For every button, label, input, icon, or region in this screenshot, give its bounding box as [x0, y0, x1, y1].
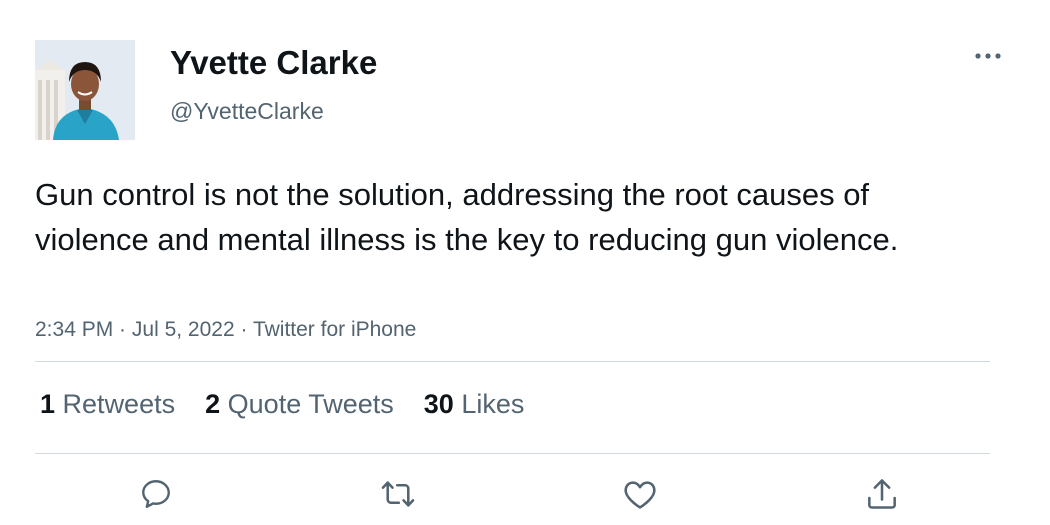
- user-handle[interactable]: @YvetteClarke: [170, 98, 324, 124]
- more-options-button[interactable]: [968, 42, 1008, 70]
- tweet-stats: 1 Retweets 2 Quote Tweets 30 Likes: [40, 386, 554, 422]
- heart-icon: [624, 481, 656, 509]
- tweet-source[interactable]: Twitter for iPhone: [253, 318, 416, 341]
- share-button[interactable]: [860, 472, 904, 516]
- tweet-meta: 2:34 PM · Jul 5, 2022 · Twitter for iPho…: [35, 316, 416, 344]
- retweet-icon: [381, 481, 415, 507]
- meta-separator: ·: [113, 318, 132, 341]
- tweet-card: Yvette Clarke @YvetteClarke Gun control …: [0, 0, 1050, 525]
- like-button[interactable]: [618, 472, 662, 516]
- reply-icon: [142, 480, 170, 508]
- stat-retweets[interactable]: 1 Retweets: [40, 386, 175, 422]
- meta-separator: ·: [234, 318, 253, 341]
- stat-count: 30: [423, 389, 454, 419]
- divider: [35, 453, 990, 454]
- tweet-date[interactable]: Jul 5, 2022: [132, 318, 235, 341]
- reply-button[interactable]: [134, 472, 178, 516]
- divider: [35, 361, 990, 362]
- retweet-button[interactable]: [376, 472, 420, 516]
- stat-label: Likes: [461, 389, 525, 419]
- stat-count: 1: [40, 389, 56, 419]
- more-options-icon: [975, 53, 1001, 59]
- tweet-time[interactable]: 2:34 PM: [35, 318, 113, 341]
- stat-quote-tweets[interactable]: 2 Quote Tweets: [205, 386, 394, 422]
- display-name[interactable]: Yvette Clarke: [170, 44, 377, 82]
- stat-count: 2: [205, 389, 221, 419]
- tweet-text: Gun control is not the solution, address…: [35, 177, 899, 257]
- stat-label: Quote Tweets: [227, 389, 394, 419]
- share-icon: [868, 479, 896, 509]
- action-bar: [0, 472, 1050, 516]
- avatar-image: [35, 40, 135, 140]
- avatar[interactable]: [35, 40, 135, 140]
- stat-label: Retweets: [62, 389, 176, 419]
- stat-likes[interactable]: 30 Likes: [424, 386, 525, 422]
